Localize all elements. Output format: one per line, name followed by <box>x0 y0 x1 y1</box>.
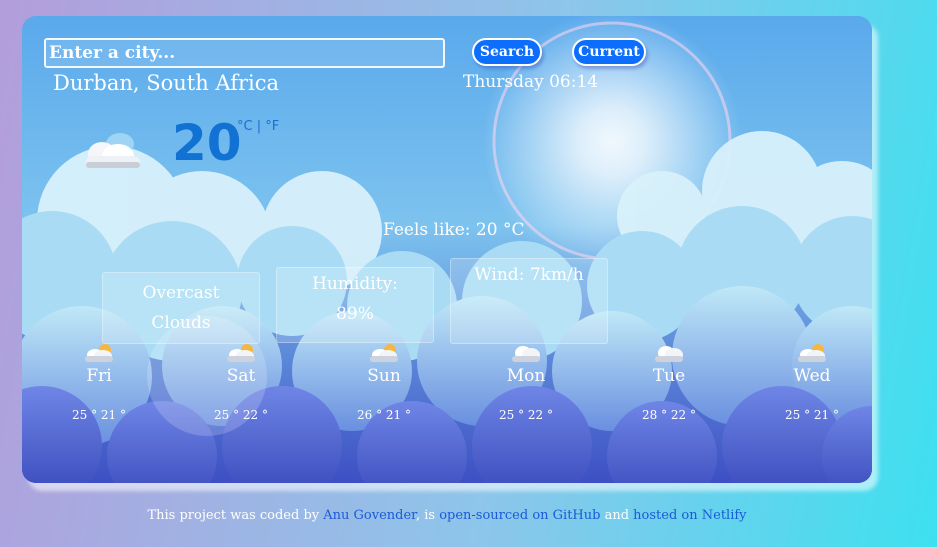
forecast-temp-range: 25 ° 21 ° <box>785 408 839 422</box>
weather-card: Search Current Durban, South Africa Thur… <box>22 16 872 483</box>
city-search-input[interactable] <box>44 38 445 68</box>
current-location-button[interactable]: Current <box>572 38 646 66</box>
author-link[interactable]: Anu Govender <box>323 508 416 523</box>
feels-like: Feels like: 20 °C <box>383 220 525 240</box>
forecast-day: Tue 28 ° 22 ° <box>629 342 709 422</box>
forecast-temp-range: 28 ° 22 ° <box>642 408 696 422</box>
forecast-temp-range: 26 ° 21 ° <box>357 408 411 422</box>
humidity-label: Humidity: <box>312 274 398 294</box>
condition-line2: Clouds <box>151 313 211 333</box>
partly-cloudy-icon <box>86 133 140 168</box>
date-time: Thursday 06:14 <box>463 72 599 92</box>
forecast-day: Sat 25 ° 22 ° <box>201 342 281 422</box>
forecast-temp-range: 25 ° 22 ° <box>214 408 268 422</box>
footer-mid2: and <box>600 508 634 523</box>
condition-line1: Overcast <box>142 283 220 303</box>
forecast-day: Fri 25 ° 21 ° <box>59 342 139 422</box>
cloud-icon <box>512 346 540 362</box>
forecast-temp-range: 25 ° 22 ° <box>499 408 553 422</box>
sun-behind-cloud-icon <box>227 344 255 362</box>
sun-behind-cloud-icon <box>370 344 398 362</box>
forecast-day: Mon 25 ° 22 ° <box>486 342 566 422</box>
sun-behind-cloud-icon <box>798 344 826 362</box>
forecast-day-name: Wed <box>793 366 831 386</box>
forecast-day-name: Tue <box>652 366 686 386</box>
humidity-panel: Humidity: 89% <box>276 267 434 343</box>
forecast-day-name: Mon <box>506 366 546 386</box>
forecast-day-name: Sun <box>367 366 401 386</box>
city-name: Durban, South Africa <box>53 71 280 95</box>
current-temperature: 20 <box>172 114 242 172</box>
cloud-icon <box>655 346 683 362</box>
condition-panel: Overcast Clouds <box>102 272 260 344</box>
forecast-day-name: Sat <box>226 366 256 386</box>
netlify-link[interactable]: hosted on Netlify <box>633 508 746 523</box>
unit-toggle[interactable]: °C | °F <box>237 119 279 134</box>
footer-mid1: , is <box>415 508 440 523</box>
footer: This project was coded by Anu Govender, … <box>0 508 894 523</box>
github-link[interactable]: open-sourced on GitHub <box>439 508 600 523</box>
forecast-day: Wed 25 ° 21 ° <box>772 342 852 422</box>
search-button[interactable]: Search <box>472 38 542 66</box>
wind-value: Wind: 7km/h <box>474 265 584 285</box>
wind-panel: Wind: 7km/h <box>450 258 608 344</box>
humidity-value: 89% <box>336 304 374 324</box>
forecast-temp-range: 25 ° 21 ° <box>72 408 126 422</box>
footer-prefix: This project was coded by <box>147 508 324 523</box>
forecast-day: Sun 26 ° 21 ° <box>344 342 424 422</box>
sun-behind-cloud-icon <box>85 344 113 362</box>
forecast-day-name: Fri <box>86 366 112 386</box>
